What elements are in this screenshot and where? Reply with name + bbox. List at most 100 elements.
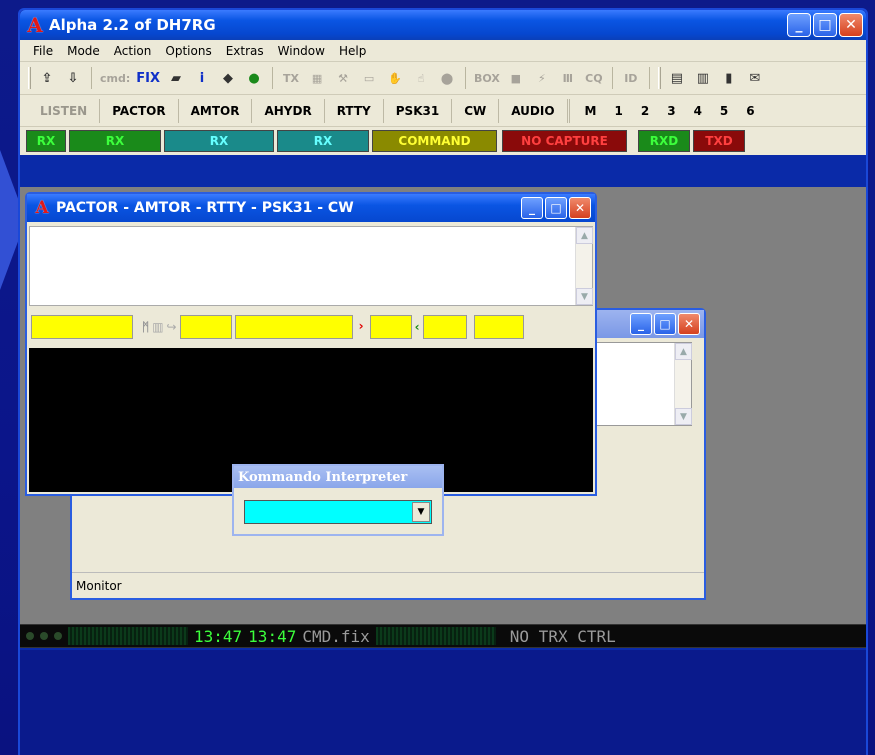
toolbar-grip[interactable] [657, 67, 661, 89]
monitor-scrollbar[interactable]: ▲ ▼ [674, 343, 692, 425]
receive-scrollbar[interactable]: ▲ ▼ [575, 227, 593, 305]
download-icon[interactable]: ⇩ [63, 68, 83, 88]
upload-icon[interactable]: ⇪ [37, 68, 57, 88]
pactor-close-button[interactable]: ✕ [569, 197, 591, 219]
info-icon[interactable]: i [192, 68, 212, 88]
grid-icon[interactable]: ▦ [307, 68, 327, 88]
lower-panel [20, 650, 866, 755]
scroll-down-icon[interactable]: ▼ [675, 408, 692, 425]
mode-amtor[interactable]: AMTOR [179, 98, 253, 123]
mode-4[interactable]: 4 [685, 104, 711, 118]
binoculars-icon[interactable]: ᛗ [142, 320, 149, 334]
toolbar-separator [465, 67, 467, 89]
menu-extras[interactable]: Extras [219, 44, 271, 58]
fix-icon[interactable]: FIX [136, 68, 160, 88]
mode-2[interactable]: 2 [632, 104, 658, 118]
file-display: CMD.fix [302, 626, 370, 646]
led-3-icon [54, 632, 62, 640]
led-1-icon [26, 632, 34, 640]
status-command: COMMAND [372, 130, 497, 152]
alpha-a-icon: A [35, 198, 49, 218]
printer-icon[interactable]: ▭ [359, 68, 379, 88]
chevron-right-icon: › [358, 319, 364, 333]
columns-icon[interactable]: Ⅲ [558, 68, 578, 88]
command-interpreter-title[interactable]: Kommando Interpreter [234, 466, 442, 488]
mode-listen[interactable]: LISTEN [28, 98, 101, 123]
status-rx-4: RX [277, 130, 369, 152]
status-rx-3: RX [164, 130, 274, 152]
toolbar-grip[interactable] [28, 67, 31, 89]
notes-icon[interactable]: ▤ [667, 68, 687, 88]
status-rx-1: RX [26, 130, 66, 152]
field-2[interactable] [179, 315, 232, 339]
mode-3[interactable]: 3 [658, 104, 684, 118]
field-6[interactable] [473, 315, 524, 339]
book2-icon[interactable]: ◆ [218, 68, 238, 88]
mode-rtty[interactable]: RTTY [325, 98, 384, 123]
chevron-down-icon[interactable]: ▼ [412, 502, 430, 522]
toolbar-separator [648, 67, 650, 89]
tools-icon[interactable]: ⚒ [333, 68, 353, 88]
book-icon[interactable]: ▰ [166, 68, 186, 88]
mode-6[interactable]: 6 [737, 104, 763, 118]
maximize-button[interactable]: □ [813, 13, 837, 37]
menu-options[interactable]: Options [158, 44, 218, 58]
mode-1[interactable]: 1 [605, 104, 631, 118]
hand-icon[interactable]: ✋ [385, 68, 405, 88]
monitor-close-button[interactable]: ✕ [678, 313, 700, 335]
app-title: Alpha 2.2 of DH7RG [49, 16, 216, 34]
mode-cw[interactable]: CW [452, 98, 500, 123]
mail-icon[interactable]: ✉ [745, 68, 765, 88]
mode-audio[interactable]: AUDIO [499, 98, 570, 123]
cq-icon[interactable]: CQ [584, 68, 604, 88]
document-icon[interactable]: ▥ [693, 68, 713, 88]
stop-icon[interactable]: ⬤ [437, 68, 457, 88]
pointer-icon[interactable]: ☝ [411, 68, 431, 88]
menu-mode[interactable]: Mode [60, 44, 107, 58]
level-meter-2 [375, 627, 496, 645]
mode-ahyor[interactable]: AHYDR [252, 98, 325, 123]
reply-icon[interactable]: ↪ [167, 320, 177, 334]
id-icon[interactable]: ID [621, 68, 641, 88]
field-4[interactable] [369, 315, 412, 339]
pactor-minimize-button[interactable]: _ [521, 197, 543, 219]
monitor-minimize-button[interactable]: _ [630, 313, 652, 335]
toolbar-separator [272, 67, 274, 89]
puzzle-icon[interactable]: ■ [506, 68, 526, 88]
field-3[interactable]: › [234, 315, 364, 339]
toolbar-separator [611, 67, 613, 89]
mode-psk31[interactable]: PSK31 [384, 98, 453, 123]
receive-text-area[interactable]: ▲ ▼ [29, 226, 593, 306]
plug-icon[interactable]: ⚡ [532, 68, 552, 88]
chip-icon[interactable]: ▮ [719, 68, 739, 88]
mode-m[interactable]: M [576, 104, 606, 118]
close-button[interactable]: ✕ [839, 13, 863, 37]
main-titlebar[interactable]: A Alpha 2.2 of DH7RG _ □ ✕ [20, 10, 866, 40]
monitor-text-area[interactable]: ▲ ▼ [596, 342, 692, 426]
trash-icon[interactable]: ▥ [152, 320, 163, 334]
scroll-up-icon[interactable]: ▲ [576, 227, 593, 244]
scroll-up-icon[interactable]: ▲ [675, 343, 692, 360]
command-combobox[interactable]: ▼ [244, 500, 432, 524]
status-rx-2: RX [69, 130, 161, 152]
pactor-maximize-button[interactable]: □ [545, 197, 567, 219]
pactor-window: A PACTOR - AMTOR - RTTY - PSK31 - CW _ □… [25, 192, 597, 496]
pactor-titlebar[interactable]: A PACTOR - AMTOR - RTTY - PSK31 - CW _ □… [27, 194, 595, 222]
toolbar: ⇪ ⇩ cmd: FIX ▰ i ◆ ● TX ▦ ⚒ ▭ ✋ ☝ ⬤ BOX … [20, 62, 866, 95]
field-5[interactable] [422, 315, 467, 339]
tx-icon[interactable]: TX [281, 68, 301, 88]
callsign-field[interactable] [31, 315, 133, 339]
globe-icon[interactable]: ● [244, 68, 264, 88]
box-icon[interactable]: BOX [474, 68, 500, 88]
menu-file[interactable]: File [26, 44, 60, 58]
mode-5[interactable]: 5 [711, 104, 737, 118]
minimize-button[interactable]: _ [787, 13, 811, 37]
menu-window[interactable]: Window [271, 44, 332, 58]
scroll-down-icon[interactable]: ▼ [576, 288, 593, 305]
cmd-icon[interactable]: cmd: [100, 68, 130, 88]
mode-pactor[interactable]: PACTOR [100, 98, 179, 123]
menu-action[interactable]: Action [107, 44, 159, 58]
monitor-maximize-button[interactable]: □ [654, 313, 676, 335]
menu-help[interactable]: Help [332, 44, 373, 58]
status-indicators: RX RX RX RX COMMAND NO CAPTURE RXD TXD [20, 127, 866, 155]
